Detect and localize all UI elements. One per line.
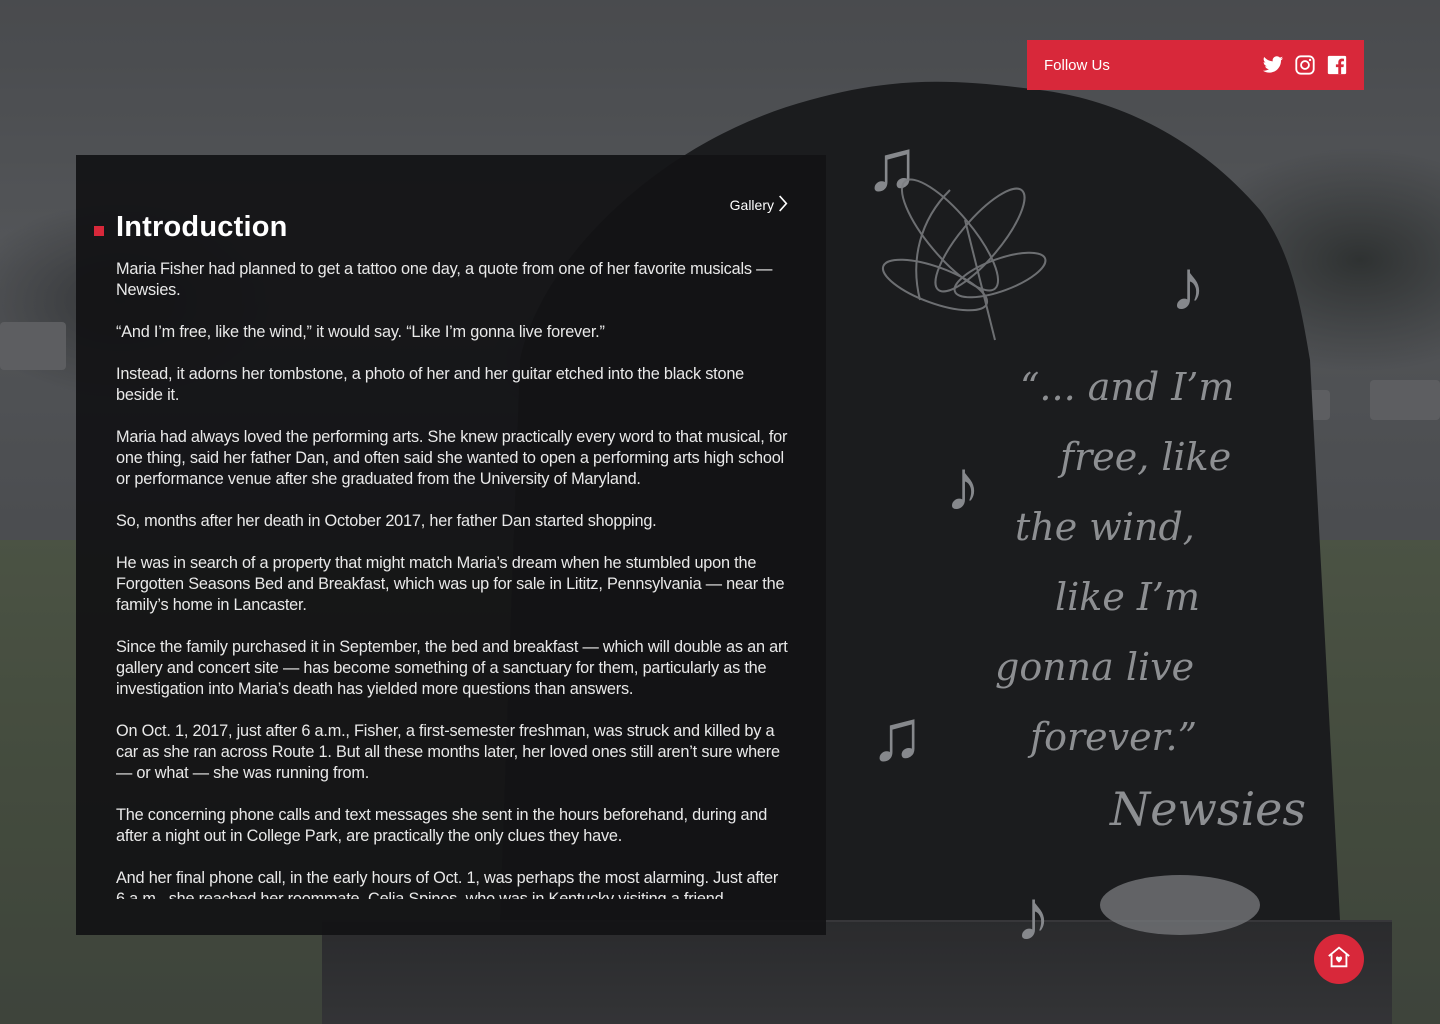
- article-paragraph: Maria had always loved the performing ar…: [116, 428, 788, 488]
- gallery-label: Gallery: [729, 197, 774, 213]
- article-paragraph: He was in search of a property that migh…: [116, 554, 785, 614]
- gallery-link[interactable]: Gallery: [730, 195, 788, 215]
- article-paragraph: “And I’m free, like the wind,” it would …: [116, 323, 605, 341]
- follow-us-bar: Follow Us: [1027, 40, 1364, 90]
- article-paragraph: On Oct. 1, 2017, just after 6 a.m., Fish…: [116, 722, 780, 782]
- twitter-icon[interactable]: [1262, 54, 1284, 76]
- home-button[interactable]: [1314, 934, 1364, 984]
- instagram-icon[interactable]: [1294, 54, 1316, 76]
- article-paragraph: So, months after her death in October 20…: [116, 512, 657, 530]
- follow-us-label: Follow Us: [1044, 56, 1110, 74]
- social-icons: [1262, 54, 1348, 76]
- article-paragraph: Since the family purchased it in Septemb…: [116, 638, 788, 698]
- article-paragraph: And her final phone call, in the early h…: [116, 869, 779, 899]
- chevron-right-icon: [778, 195, 788, 215]
- article-paragraph: Instead, it adorns her tombstone, a phot…: [116, 365, 745, 404]
- article-panel: Gallery Introduction Maria Fisher had pl…: [76, 155, 826, 935]
- facebook-icon[interactable]: [1326, 54, 1348, 76]
- home-icon: [1326, 944, 1352, 975]
- section-title: Introduction: [116, 211, 288, 243]
- article-body: Maria Fisher had planned to get a tattoo…: [116, 259, 788, 899]
- article-paragraph: The concerning phone calls and text mess…: [116, 806, 768, 845]
- section-bullet: [94, 226, 104, 236]
- article-paragraph: Maria Fisher had planned to get a tattoo…: [116, 260, 773, 299]
